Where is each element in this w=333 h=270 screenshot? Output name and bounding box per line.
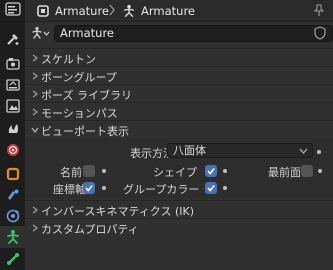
pin-icon[interactable]: [313, 4, 325, 20]
chevron-right-icon: [32, 54, 39, 62]
panel-title: ビューポート表示: [41, 125, 129, 138]
breadcrumb-separator-icon: [108, 4, 116, 19]
properties-tab-bar: [0, 0, 25, 270]
chevron-right-icon: [32, 206, 39, 214]
chevron-right-icon: [32, 90, 39, 98]
panel-bone-groups[interactable]: ボーングループ: [25, 67, 333, 85]
view-layer-icon: [5, 99, 20, 113]
armature-object-icon: [37, 5, 49, 20]
tab-render[interactable]: [0, 53, 25, 75]
armature-data-header-icon: [122, 4, 136, 21]
axes-checkbox[interactable]: [83, 182, 95, 194]
axes-label: 座標軸: [53, 183, 86, 196]
panel-inverse-kinematics[interactable]: インバースキネマティクス (IK): [25, 201, 333, 219]
tab-tool[interactable]: [0, 28, 25, 50]
in-front-label: 最前面: [268, 166, 301, 179]
chevron-right-icon: [32, 72, 39, 80]
shapes-label: シェイプ: [153, 166, 197, 179]
names-label: 名前: [60, 166, 82, 179]
physics-icon: [6, 209, 20, 223]
armature-name-field[interactable]: Armature: [54, 25, 333, 42]
checkmark-icon: [207, 168, 215, 175]
object-icon: [6, 167, 20, 181]
datablock-name-row: Armature: [25, 22, 333, 44]
panel-viewport-display[interactable]: ビューポート表示: [25, 121, 333, 139]
world-icon: [6, 143, 20, 157]
chevron-right-icon: [32, 108, 39, 116]
chevron-down-icon: [299, 148, 308, 154]
shapes-checkbox[interactable]: [205, 165, 217, 177]
panel-title: ポーズ ライブラリ: [41, 89, 132, 102]
modifier-icon: [6, 188, 20, 202]
group-colors-checkbox[interactable]: [205, 182, 217, 194]
panel-title: スケルトン: [41, 53, 96, 66]
bone-icon: [6, 252, 20, 266]
panel-custom-properties[interactable]: カスタムプロパティ: [25, 219, 333, 237]
tab-armature-data[interactable]: [0, 226, 25, 248]
panel-pose-library[interactable]: ポーズ ライブラリ: [25, 85, 333, 103]
panel-title: カスタムプロパティ: [41, 223, 139, 236]
group-colors-label: グループカラー: [123, 183, 200, 196]
animate-property-dot[interactable]: [223, 186, 227, 190]
editor-type-button[interactable]: [0, 0, 25, 22]
tool-icon: [6, 32, 20, 46]
chevron-right-icon: [32, 224, 39, 232]
armature-datablock-browse-icon[interactable]: [31, 26, 51, 43]
animate-property-dot[interactable]: [223, 169, 227, 173]
scene-icon: [6, 121, 20, 135]
display-as-value: 八面体: [173, 144, 206, 157]
checkmark-icon: [207, 185, 215, 192]
header-object-name: Armature: [55, 4, 109, 18]
properties-editor: Armature Armature Armature スケルトン ボーングループ…: [0, 0, 333, 270]
header-data-name: Armature: [141, 4, 195, 18]
animate-property-dot[interactable]: [102, 169, 106, 173]
animate-property-dot[interactable]: [102, 186, 106, 190]
tab-physics[interactable]: [0, 205, 25, 227]
tab-view-layer[interactable]: [0, 95, 25, 117]
properties-editor-icon: [4, 2, 21, 19]
tab-scene[interactable]: [0, 117, 25, 139]
animate-property-dot[interactable]: [318, 169, 322, 173]
animate-property-dot[interactable]: [317, 150, 321, 154]
armature-data-icon: [5, 229, 21, 245]
in-front-checkbox[interactable]: [301, 165, 313, 177]
tab-world[interactable]: [0, 139, 25, 161]
chevron-down-icon: [31, 127, 39, 134]
panel-skeleton[interactable]: スケルトン: [25, 49, 333, 67]
render-icon: [5, 57, 20, 71]
display-as-dropdown[interactable]: 八面体: [167, 143, 313, 158]
names-checkbox[interactable]: [83, 165, 95, 177]
panel-title: ボーングループ: [41, 71, 117, 84]
tab-bone[interactable]: [0, 248, 25, 270]
fake-user-shield-icon[interactable]: [314, 26, 326, 43]
tab-modifier[interactable]: [0, 184, 25, 206]
panel-title: インバースキネマティクス (IK): [41, 205, 194, 218]
tab-output[interactable]: [0, 74, 25, 96]
checkmark-icon: [85, 185, 93, 192]
context-header: Armature Armature: [25, 0, 333, 22]
panel-motion-paths[interactable]: モーションパス: [25, 103, 333, 121]
output-icon: [5, 78, 20, 92]
tab-object[interactable]: [0, 163, 25, 185]
panel-title: モーションパス: [41, 107, 118, 120]
